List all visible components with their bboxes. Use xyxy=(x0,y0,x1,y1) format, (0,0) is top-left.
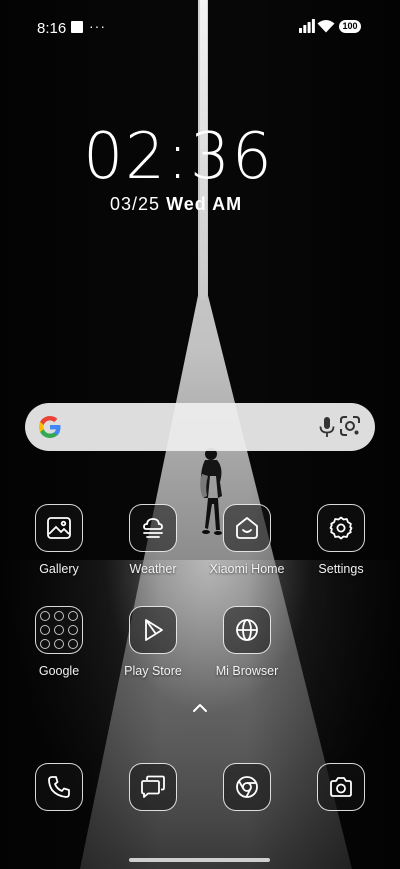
chevron-up-icon[interactable] xyxy=(190,701,210,715)
app-label-play-store: Play Store xyxy=(124,664,182,678)
dock-chrome[interactable] xyxy=(200,763,294,811)
dock-phone[interactable] xyxy=(12,763,106,811)
dock-messages[interactable] xyxy=(106,763,200,811)
app-label-mi-browser: Mi Browser xyxy=(215,664,279,678)
app-label-google: Google xyxy=(38,664,80,678)
app-label-weather: Weather xyxy=(129,562,177,576)
status-bar: 8:16 ··· 100 xyxy=(0,0,400,56)
microphone-icon[interactable] xyxy=(317,416,337,438)
phone-icon xyxy=(35,763,83,811)
app-folder-google[interactable]: Google xyxy=(12,606,106,678)
mi-browser-globe-icon xyxy=(223,606,271,654)
settings-gear-icon xyxy=(317,504,365,552)
app-label-gallery: Gallery xyxy=(39,562,79,576)
clock-weekday: Wed AM xyxy=(166,194,243,214)
notification-square-icon xyxy=(71,21,83,33)
gallery-icon xyxy=(35,504,83,552)
status-time: 8:16 xyxy=(37,20,67,37)
app-weather[interactable]: Weather xyxy=(106,504,200,576)
google-lens-icon[interactable] xyxy=(339,415,361,437)
xiaomi-home-icon xyxy=(223,504,271,552)
google-logo-icon xyxy=(39,416,61,438)
home-gesture-bar[interactable] xyxy=(129,858,270,862)
app-settings[interactable]: Settings xyxy=(294,504,388,576)
wifi-icon xyxy=(317,20,335,33)
weather-icon xyxy=(129,504,177,552)
clock-date[interactable]: 03/25 Wed AM xyxy=(110,194,242,215)
app-mi-browser[interactable]: Mi Browser xyxy=(200,606,294,678)
battery-icon: 100 xyxy=(339,20,361,33)
signal-icon xyxy=(299,19,315,33)
dock-camera[interactable] xyxy=(294,763,388,811)
clock-date-value: 03/25 xyxy=(110,194,161,214)
app-xiaomi-home[interactable]: Xiaomi Home xyxy=(200,504,294,576)
camera-icon xyxy=(317,763,365,811)
messages-icon xyxy=(129,763,177,811)
app-gallery[interactable]: Gallery xyxy=(12,504,106,576)
clock-time[interactable]: 02:36 xyxy=(4,120,354,194)
app-label-xiaomi-home: Xiaomi Home xyxy=(209,562,285,576)
app-label-settings: Settings xyxy=(318,562,364,576)
play-store-icon xyxy=(129,606,177,654)
app-play-store[interactable]: Play Store xyxy=(106,606,200,678)
google-search-bar[interactable] xyxy=(25,403,375,451)
more-notifications-icon: ··· xyxy=(89,18,106,34)
chrome-icon xyxy=(223,763,271,811)
google-folder-icon xyxy=(35,606,83,654)
